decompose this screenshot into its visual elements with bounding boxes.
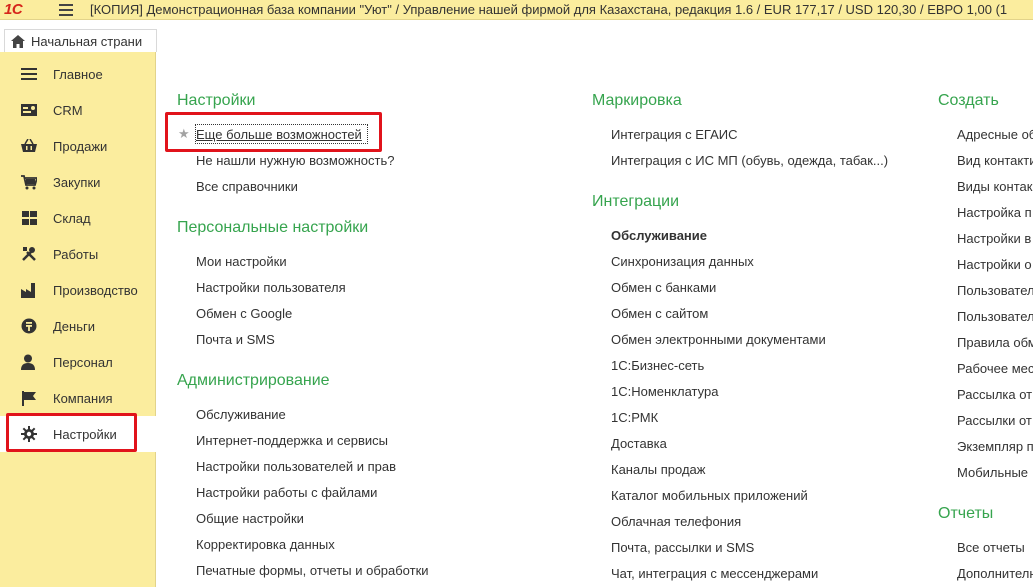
sidebar-item-production[interactable]: Производство	[0, 272, 156, 308]
section-title-settings: Настройки	[177, 92, 256, 109]
link-admin-item[interactable]: Настройки работы с файлами	[196, 485, 377, 500]
link-create-item[interactable]: Настройка п	[957, 205, 1032, 220]
sidebar-item-personnel[interactable]: Персонал	[0, 344, 156, 380]
link-report-item[interactable]: Дополнителн	[957, 566, 1033, 581]
sidebar-item-label: Работы	[53, 246, 99, 262]
link-create-item[interactable]: Виды контак	[957, 179, 1032, 194]
link-create-item[interactable]: Настройки в	[957, 231, 1031, 246]
link-mail-sms[interactable]: Почта и SMS	[196, 332, 275, 347]
link-create-item[interactable]: Рассылка от	[957, 387, 1032, 402]
contact-card-icon	[20, 101, 38, 119]
sidebar-item-label: Продажи	[53, 138, 108, 154]
sidebar-item-label: Закупки	[53, 174, 101, 190]
link-create-item[interactable]: Рабочее мес	[957, 361, 1033, 376]
link-integration-item[interactable]: Облачная телефония	[611, 514, 741, 529]
link-user-settings[interactable]: Настройки пользователя	[196, 280, 346, 295]
link-create-item[interactable]: Пользовател	[957, 283, 1033, 298]
link-create-item[interactable]: Правила обм	[957, 335, 1033, 350]
title-bar: 1С [КОПИЯ] Демонстрационная база компани…	[0, 0, 1033, 20]
sidebar-item-label: Деньги	[53, 318, 95, 334]
settings-highlight-frame	[6, 413, 137, 452]
link-feature-not-found[interactable]: Не нашли нужную возможность?	[196, 153, 394, 168]
link-create-item[interactable]: Пользовател	[957, 309, 1033, 324]
flag-icon	[20, 389, 38, 407]
sidebar-item-purchases[interactable]: Закупки	[0, 164, 156, 200]
link-create-item[interactable]: Экземпляр п	[957, 439, 1033, 454]
window-title: [КОПИЯ] Демонстрационная база компании "…	[90, 2, 1008, 17]
sidebar: Главное CRM Продажи Закупки Склад Работы…	[0, 52, 157, 587]
sidebar-item-works[interactable]: Работы	[0, 236, 156, 272]
link-integration-item[interactable]: Каталог мобильных приложений	[611, 488, 808, 503]
link-integration-item[interactable]: Синхронизация данных	[611, 254, 754, 269]
link-integration-item[interactable]: Почта, рассылки и SMS	[611, 540, 754, 555]
person-icon	[20, 353, 38, 371]
link-admin-item[interactable]: Интернет-поддержка и сервисы	[196, 433, 388, 448]
link-integration-item[interactable]: 1С:Бизнес-сеть	[611, 358, 704, 373]
link-admin-item[interactable]: Общие настройки	[196, 511, 304, 526]
section-title-admin: Администрирование	[177, 372, 330, 389]
link-google-exchange[interactable]: Обмен с Google	[196, 306, 292, 321]
sidebar-item-money[interactable]: Деньги	[0, 308, 156, 344]
section-title-reports: Отчеты	[938, 505, 994, 522]
sidebar-item-company[interactable]: Компания	[0, 380, 156, 416]
tools-icon	[20, 245, 38, 263]
app-logo: 1С	[0, 0, 46, 19]
tab-home[interactable]: Начальная страни	[4, 29, 157, 52]
grid-boxes-icon	[20, 209, 38, 227]
factory-icon	[20, 281, 38, 299]
link-report-item[interactable]: Все отчеты	[957, 540, 1025, 555]
sidebar-item-warehouse[interactable]: Склад	[0, 200, 156, 236]
sidebar-item-sales[interactable]: Продажи	[0, 128, 156, 164]
sidebar-item-crm[interactable]: CRM	[0, 92, 156, 128]
link-create-item[interactable]: Вид контакти	[957, 153, 1033, 168]
section-title-marking: Маркировка	[592, 92, 682, 109]
tab-bar: Начальная страни	[0, 29, 160, 52]
coin-icon	[20, 317, 38, 335]
sidebar-item-label: Главное	[53, 66, 103, 82]
section-title-create: Создать	[938, 92, 999, 109]
link-integration-item[interactable]: Каналы продаж	[611, 462, 705, 477]
link-admin-item[interactable]: Корректировка данных	[196, 537, 335, 552]
link-integration-item[interactable]: 1С:РМК	[611, 410, 658, 425]
section-title-integrations: Интеграции	[592, 193, 680, 210]
sidebar-item-label: Производство	[53, 282, 138, 298]
logo-text: 1С	[4, 1, 23, 18]
link-create-item[interactable]: Адресные об	[957, 127, 1033, 142]
menu-lines-icon	[20, 65, 38, 83]
link-admin-item[interactable]: Настройки пользователей и прав	[196, 459, 396, 474]
sidebar-item-main[interactable]: Главное	[0, 56, 156, 92]
sidebar-item-label: CRM	[53, 102, 83, 118]
tab-home-label: Начальная страни	[31, 33, 143, 49]
link-create-item[interactable]: Мобильные	[957, 465, 1028, 480]
link-integration-item[interactable]: 1С:Номенклатура	[611, 384, 718, 399]
sidebar-item-label: Склад	[53, 210, 91, 226]
link-marking-item[interactable]: Интеграция с ИС МП (обувь, одежда, табак…	[611, 153, 888, 168]
link-my-settings[interactable]: Мои настройки	[196, 254, 287, 269]
link-admin-item[interactable]: Печатные формы, отчеты и обработки	[196, 563, 429, 578]
link-integration-item[interactable]: Чат, интеграция с мессенджерами	[611, 566, 818, 581]
link-integration-item[interactable]: Обмен с сайтом	[611, 306, 708, 321]
link-admin-item[interactable]: Обслуживание	[196, 407, 286, 422]
main-menu-icon[interactable]	[46, 0, 86, 19]
link-create-item[interactable]: Настройки о	[957, 257, 1032, 272]
basket-icon	[20, 137, 38, 155]
link-integration-item[interactable]: Доставка	[611, 436, 667, 451]
section-title-personal: Персональные настройки	[177, 219, 369, 236]
link-marking-item[interactable]: Интеграция с ЕГАИС	[611, 127, 737, 142]
link-integration-item[interactable]: Обмен электронными документами	[611, 332, 826, 347]
sidebar-item-label: Компания	[53, 390, 113, 406]
more-features-highlight-frame	[165, 112, 382, 152]
home-icon	[5, 34, 31, 48]
link-all-catalogs[interactable]: Все справочники	[196, 179, 298, 194]
cart-icon	[20, 173, 38, 191]
link-integration-item[interactable]: Обмен с банками	[611, 280, 716, 295]
sidebar-item-label: Персонал	[53, 354, 113, 370]
link-integration-item[interactable]: Обслуживание	[611, 228, 707, 243]
link-create-item[interactable]: Рассылки от	[957, 413, 1032, 428]
